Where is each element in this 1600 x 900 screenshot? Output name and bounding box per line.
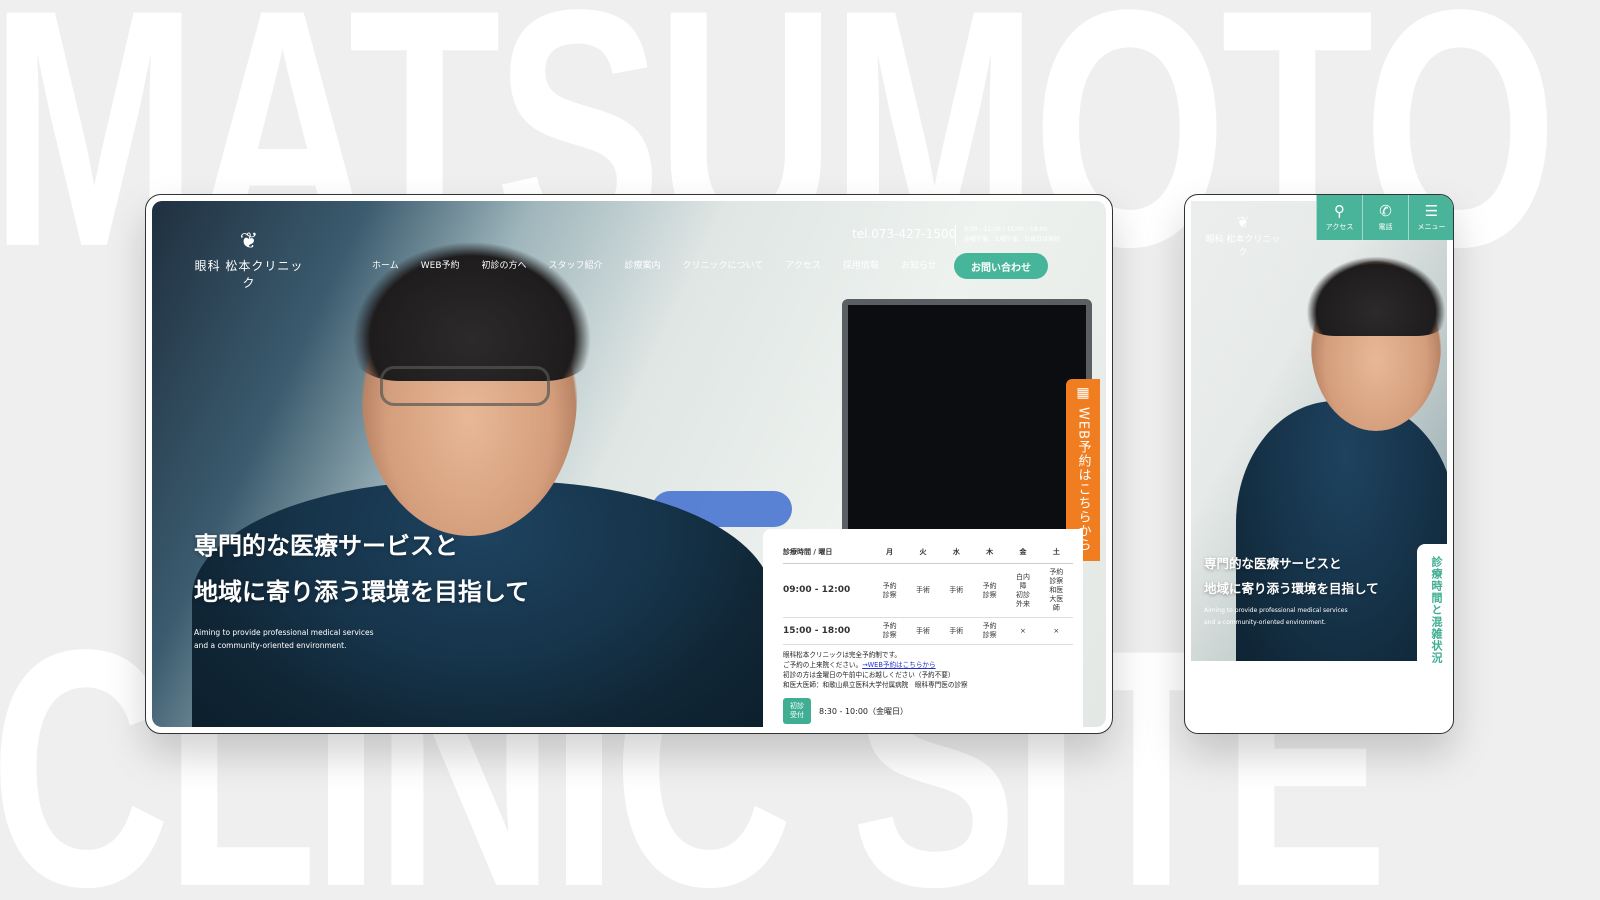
table-cell: 予約 診察 [972,563,1007,618]
phone-icon: ✆ [1379,202,1392,220]
pin-icon: ⚲ [1334,202,1345,220]
table-cell: 予約 診察 [873,563,907,618]
hero-headline-line-1: 専門的な医療サービスと [194,531,458,560]
nav-recruit[interactable]: 採用情報 [843,258,879,271]
web-reserve-link[interactable]: →WEB予約はこちらから [862,661,935,669]
day-thu: 木 [972,543,1007,564]
hero-subtext-line-2: and a community-oriented environment. [194,641,347,650]
mobile-hero-subtext: Aiming to provide professional medical s… [1204,605,1348,629]
photo-monitor [842,299,1092,539]
hero-subtext-line-1: Aiming to provide professional medical s… [194,628,374,637]
hero-headline: 専門的な医療サービスと 地域に寄り添う環境を目指して [194,523,529,615]
leaf-icon: ❦ [239,229,259,254]
mobile-mockup: ❦ 眼科 松本クリニック 専門的な医療サービスと 地域に寄り添う環境を目指して … [1184,194,1454,734]
phone-label: 電話 [1378,223,1393,231]
table-cell: 手術 [939,617,973,645]
hero-subtext: Aiming to provide professional medical s… [194,626,374,652]
schedule-header-row: 診療時間 / 曜日 月 火 水 木 金 土 [783,543,1073,564]
mobile-sub-line-1: Aiming to provide professional medical s… [1204,607,1348,614]
nav-staff[interactable]: スタッフ紹介 [549,258,603,271]
header-tel[interactable]: tel.073-427-1500 [852,227,956,241]
mobile-hero-headline: 専門的な医療サービスと 地域に寄り添う環境を目指して [1204,551,1379,601]
logo-text: 眼科 松本クリニック [1205,235,1281,258]
note-2-text: ご予約の上来院ください。 [783,661,863,669]
leaf-icon: ❦ [1236,213,1250,231]
mobile-headline-line-1: 専門的な医療サービスと [1204,556,1342,571]
note-1: 眼科松本クリニックは完全予約制です。 [783,651,902,659]
access-label: アクセス [1325,223,1354,231]
desktop-nav: ホーム WEB予約 初診の方へ スタッフ紹介 診療案内 クリニックについて アク… [372,258,959,271]
nav-home[interactable]: ホーム [372,258,399,271]
hours-line-1: 9:00 - 12:00 / 15:00 - 18:00 [964,226,1048,233]
first-visit-time: 8:30 - 10:00（金曜日） [819,706,908,716]
menu-icon: ☰ [1424,202,1439,220]
schedule-row-afternoon: 15:00 - 18:00 予約 診察 手術 手術 予約 診察 × × [783,617,1073,645]
desktop-mockup: ❦ 眼科 松本クリニック ホーム WEB予約 初診の方へ スタッフ紹介 診療案内… [145,194,1113,734]
hours-congestion-label: 診療時間と混雑状況 [1430,556,1443,664]
nav-web-reserve[interactable]: WEB予約 [421,258,460,271]
table-cell: × [1006,617,1040,645]
day-fri: 金 [1006,543,1040,564]
table-cell: 予約 診察 和医 大医 師 [1039,563,1073,618]
phone-button[interactable]: ✆ 電話 [1362,195,1408,240]
mobile-header-buttons: ⚲ アクセス ✆ 電話 ☰ メニュー [1316,195,1453,240]
table-cell: 予約 診察 [972,617,1007,645]
day-sat: 土 [1039,543,1073,564]
note-2: ご予約の上来院ください。→WEB予約はこちらから [783,660,1073,670]
nav-about[interactable]: クリニックについて [683,258,764,271]
mobile-sub-line-2: and a community-oriented environment. [1204,619,1326,626]
schedule-row-morning: 09:00 - 12:00 予約 診察 手術 手術 予約 診察 白内 障 初診 … [783,563,1073,618]
logo-text: 眼科 松本クリニック [194,259,304,290]
day-mon: 月 [873,543,907,564]
schedule-table: 診療時間 / 曜日 月 火 水 木 金 土 09:00 - 12:00 予約 診… [783,543,1073,645]
day-tue: 火 [906,543,940,564]
day-wed: 水 [939,543,973,564]
nav-news[interactable]: お知らせ [901,258,937,271]
schedule-notes: 眼科松本クリニックは完全予約制です。 ご予約の上来院ください。→WEB予約はこち… [783,650,1073,690]
mobile-logo[interactable]: ❦ 眼科 松本クリニック [1203,213,1283,259]
time-afternoon: 15:00 - 18:00 [783,617,873,645]
table-cell: 手術 [906,563,940,618]
hero-headline-line-2: 地域に寄り添う環境を目指して [194,577,530,606]
hours-line-2: 金曜午後、土曜午後、日祝日は休診 [964,236,1061,243]
mobile-hero: ❦ 眼科 松本クリニック 専門的な医療サービスと 地域に寄り添う環境を目指して … [1191,201,1447,661]
photo-doctor-glasses [380,366,550,406]
hours-congestion-tab[interactable]: 診療時間と混雑状況 [1417,544,1453,672]
table-cell: × [1039,617,1073,645]
table-cell: 手術 [906,617,940,645]
note-3: 初診の方は金曜日の午前中にお越しください（予約不要） [783,671,955,679]
photo-doctor-hair [1306,256,1446,336]
menu-label: メニュー [1417,223,1446,231]
access-button[interactable]: ⚲ アクセス [1316,195,1362,240]
first-visit-badge: 初診 受付 [783,698,811,724]
table-cell: 白内 障 初診 外来 [1006,563,1040,618]
calendar-icon: ▦ [1076,385,1090,401]
time-morning: 09:00 - 12:00 [783,563,873,618]
desktop-hero: ❦ 眼科 松本クリニック ホーム WEB予約 初診の方へ スタッフ紹介 診療案内… [152,201,1106,727]
schedule-header-label: 診療時間 / 曜日 [783,543,873,564]
nav-services[interactable]: 診療案内 [625,258,661,271]
nav-first-visit[interactable]: 初診の方へ [482,258,527,271]
table-cell: 手術 [939,563,973,618]
nav-access[interactable]: アクセス [785,258,821,271]
header-hours: 9:00 - 12:00 / 15:00 - 18:00 金曜午後、土曜午後、日… [955,225,1060,245]
mobile-headline-line-2: 地域に寄り添う環境を目指して [1204,581,1379,596]
note-4: 和医大医師：和歌山県立医科大学付属病院 眼科専門医の診察 [783,681,968,689]
table-cell: 予約 診察 [873,617,907,645]
desktop-logo[interactable]: ❦ 眼科 松本クリニック [194,231,304,291]
schedule-panel: 診療時間 / 曜日 月 火 水 木 金 土 09:00 - 12:00 予約 診… [763,529,1083,727]
contact-button[interactable]: お問い合わせ [954,253,1048,279]
first-visit-row: 初診 受付 8:30 - 10:00（金曜日） [783,698,1073,724]
menu-button[interactable]: ☰ メニュー [1408,195,1453,240]
